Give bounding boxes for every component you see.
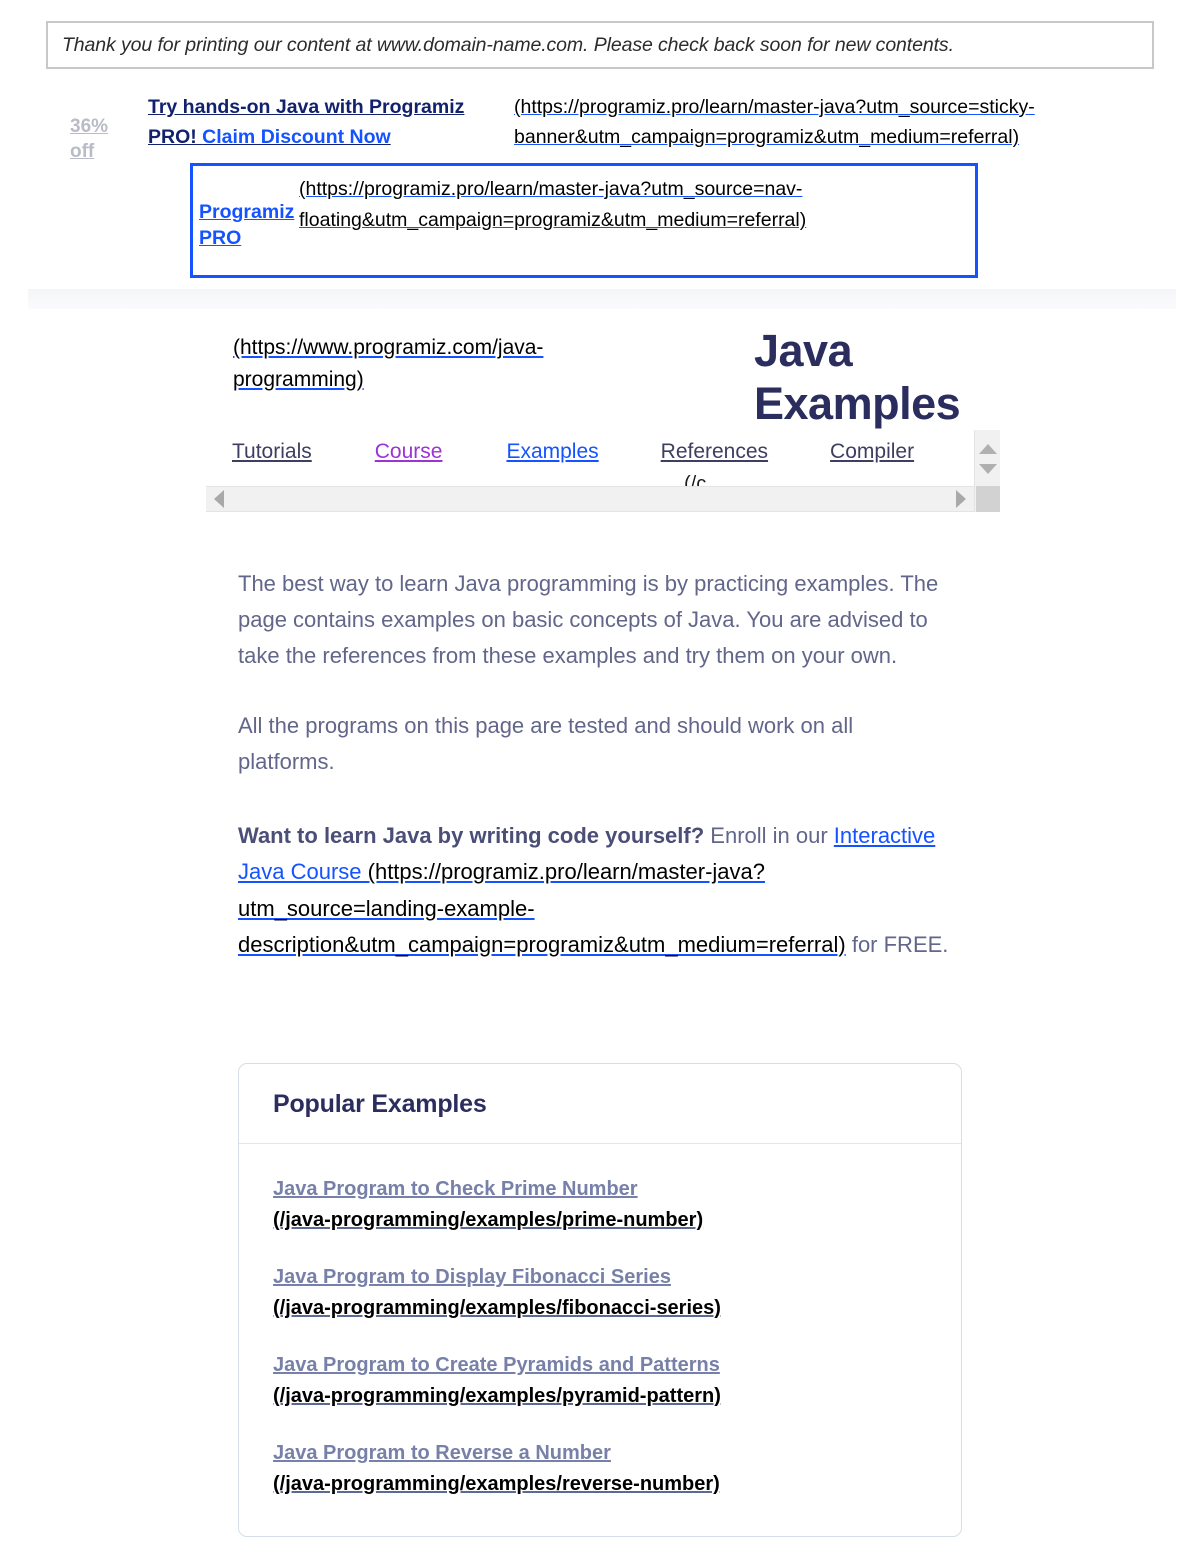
scroll-up-arrow-icon[interactable]: [978, 444, 997, 454]
vertical-scrollbar[interactable]: [974, 430, 1000, 512]
print-notice-text: Thank you for printing our content at ww…: [62, 33, 954, 56]
nav-item-compiler[interactable]: Compiler: [830, 440, 914, 464]
example-link-url[interactable]: (/java-programming/examples/pyramid-patt…: [273, 1381, 927, 1412]
enroll-bold-lead: Want to learn Java by writing code yours…: [238, 823, 705, 849]
example-link-title[interactable]: Java Program to Create Pyramids and Patt…: [273, 1354, 720, 1376]
scroll-right-arrow-icon[interactable]: [956, 490, 966, 508]
nav-item-examples[interactable]: Examples: [506, 440, 598, 464]
example-link-title[interactable]: Java Program to Check Prime Number: [273, 1178, 638, 1200]
floating-pro-url[interactable]: (https://programiz.pro/learn/master-java…: [299, 174, 975, 236]
nav-item-references[interactable]: References: [661, 440, 768, 464]
nav-item-tutorials[interactable]: Tutorials: [232, 440, 312, 464]
promo-cta-link[interactable]: Claim Discount Now: [202, 126, 391, 148]
popular-examples-header: Popular Examples: [239, 1064, 961, 1144]
list-item: Java Program to Reverse a Number (/java-…: [273, 1438, 927, 1500]
list-item: Java Program to Create Pyramids and Patt…: [273, 1350, 927, 1412]
promo-headline[interactable]: Try hands-on Java with Programiz PRO! Cl…: [148, 92, 478, 152]
intro-paragraph-1: The best way to learn Java programming i…: [238, 571, 939, 669]
list-item: Java Program to Display Fibonacci Series…: [273, 1262, 927, 1324]
enroll-mid-text: Enroll in our: [704, 823, 834, 849]
main-navigation: Tutorials Course Examples References Com…: [206, 430, 1000, 512]
page-title: Java Examples: [754, 325, 961, 430]
promo-url[interactable]: (https://programiz.pro/learn/master-java…: [514, 92, 1194, 152]
vertical-scrollbar-thumb[interactable]: [976, 486, 1000, 512]
nav-clipped-fragment: (/c: [684, 474, 707, 486]
intro-paragraph-2: All the programs on this page are tested…: [238, 713, 854, 775]
header-gray-band: [28, 289, 1176, 309]
example-link-title[interactable]: Java Program to Display Fibonacci Series: [273, 1266, 671, 1288]
print-notice-banner: Thank you for printing our content at ww…: [46, 21, 1154, 69]
promo-discount-badge: 36% off: [70, 116, 109, 163]
popular-examples-card: Popular Examples Java Program to Check P…: [238, 1063, 962, 1537]
example-link-title[interactable]: Java Program to Reverse a Number: [273, 1442, 611, 1464]
enroll-tail-text: for FREE.: [845, 931, 949, 957]
popular-examples-heading: Popular Examples: [273, 1090, 487, 1118]
popular-examples-list: Java Program to Check Prime Number (/jav…: [239, 1144, 961, 1536]
example-link-url[interactable]: (/java-programming/examples/fibonacci-se…: [273, 1293, 927, 1324]
example-link-url[interactable]: (/java-programming/examples/prime-number…: [273, 1205, 927, 1236]
nav-item-course[interactable]: Course: [375, 440, 443, 464]
list-item: Java Program to Check Prime Number (/jav…: [273, 1174, 927, 1236]
floating-pro-popup[interactable]: Programiz PRO (https://programiz.pro/lea…: [190, 163, 978, 278]
floating-pro-label[interactable]: Programiz PRO: [199, 199, 297, 252]
article-body: The best way to learn Java programming i…: [238, 566, 950, 997]
example-link-url[interactable]: (/java-programming/examples/reverse-numb…: [273, 1469, 927, 1500]
scroll-left-arrow-icon[interactable]: [214, 490, 224, 508]
site-logo-url[interactable]: (https://www.programiz.com/java-programm…: [233, 332, 633, 395]
nav-viewport: Tutorials Course Examples References Com…: [206, 430, 976, 482]
scroll-down-arrow-icon[interactable]: [978, 464, 997, 474]
nav-item-list: Tutorials Course Examples References Com…: [206, 430, 976, 464]
horizontal-scrollbar[interactable]: [206, 486, 974, 512]
enroll-paragraph: Want to learn Java by writing code yours…: [238, 818, 950, 962]
